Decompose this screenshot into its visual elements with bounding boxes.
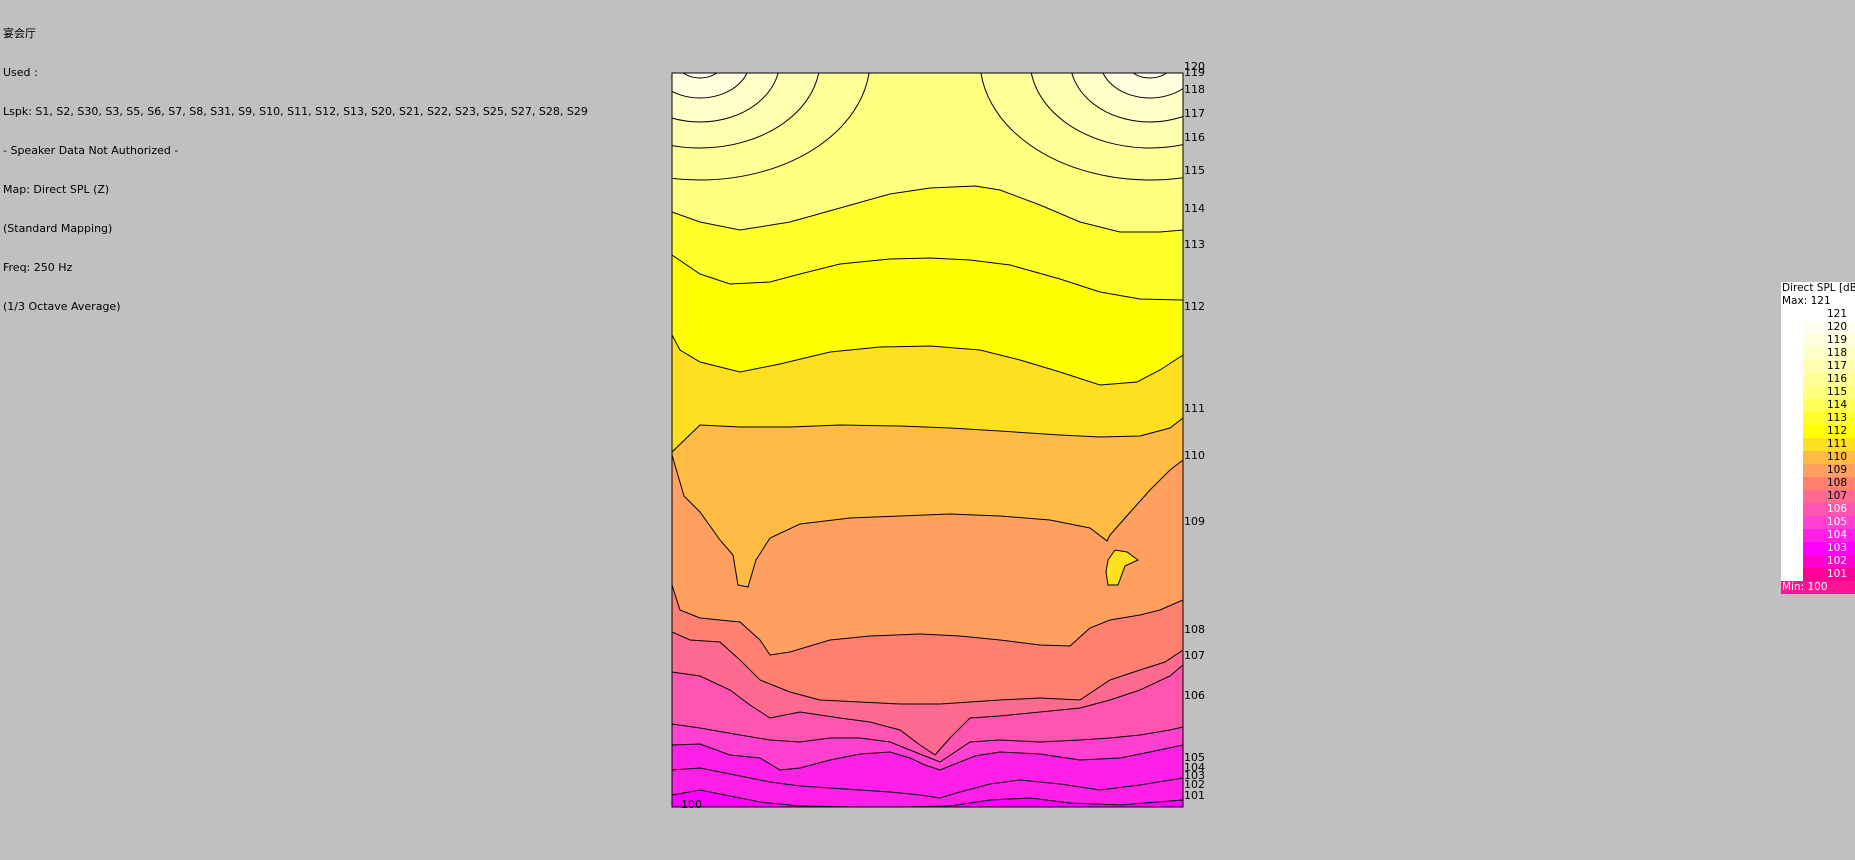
legend-value: 105 [1826, 516, 1847, 528]
legend-value: 120 [1826, 321, 1847, 333]
legend-value: 113 [1826, 412, 1847, 424]
legend-value: 102 [1826, 555, 1847, 567]
legend-value: 118 [1826, 347, 1847, 359]
legend-entry-113: 113 [1781, 412, 1855, 425]
edge-label: 118 [1184, 83, 1205, 96]
edge-label: 114 [1184, 202, 1205, 215]
legend-value: 116 [1826, 373, 1847, 385]
legend-entry-110: 110 [1781, 451, 1855, 464]
legend-entry-108: 108 [1781, 477, 1855, 490]
edge-label: 110 [1184, 449, 1205, 462]
legend-max: Max: 121 [1781, 295, 1855, 308]
edge-label: 101 [1184, 789, 1205, 802]
edge-label: 116 [1184, 131, 1205, 144]
edge-label: 109 [1184, 515, 1205, 528]
legend-value: 101 [1826, 568, 1847, 580]
legend-value: 108 [1826, 477, 1847, 489]
legend-entry-121: 121 [1781, 308, 1855, 321]
color-legend: Direct SPL [dB] Max: 121 121 120 119 118 117… [1781, 282, 1855, 594]
legend-entry-112: 112 [1781, 425, 1855, 438]
edge-label: 107 [1184, 649, 1205, 662]
legend-entry-107: 107 [1781, 490, 1855, 503]
edge-label: 119 [1184, 66, 1205, 79]
legend-entry-120: 120 [1781, 321, 1855, 334]
legend-entry-117: 117 [1781, 360, 1855, 373]
legend-value: 104 [1826, 529, 1847, 541]
corner-contour-label: 100 [681, 798, 702, 811]
legend-value: 117 [1826, 360, 1847, 372]
edge-label: 111 [1184, 402, 1205, 415]
edge-label: 106 [1184, 689, 1205, 702]
legend-value: 107 [1826, 490, 1847, 502]
edge-label: 113 [1184, 238, 1205, 251]
legend-value: 110 [1826, 451, 1847, 463]
legend-entry-105: 105 [1781, 516, 1855, 529]
legend-entry-118: 118 [1781, 347, 1855, 360]
edge-label: 112 [1184, 300, 1205, 313]
legend-entry-101: 101 [1781, 568, 1855, 581]
legend-value: 103 [1826, 542, 1847, 554]
legend-value: 109 [1826, 464, 1847, 476]
legend-value: 111 [1826, 438, 1847, 450]
legend-entry-115: 115 [1781, 386, 1855, 399]
legend-value: 112 [1826, 425, 1847, 437]
legend-min: Min: 100 [1781, 581, 1855, 594]
spl-contour-map: 1201191181171161151141131121111101091081… [671, 60, 1205, 811]
legend-entry-119: 119 [1781, 334, 1855, 347]
legend-scale: 121 120 119 118 117 116 115 114 113 112 111 110 109 1… [1781, 308, 1855, 581]
legend-value: 121 [1826, 308, 1847, 320]
edge-label: 115 [1184, 164, 1205, 177]
legend-title: Direct SPL [dB] [1781, 282, 1855, 295]
legend-value: 115 [1826, 386, 1847, 398]
legend-entry-116: 116 [1781, 373, 1855, 386]
edge-contour-labels: 1201191181171161151141131121111101091081… [1184, 60, 1205, 802]
legend-value: 106 [1826, 503, 1847, 515]
legend-entry-102: 102 [1781, 555, 1855, 568]
legend-value: 114 [1826, 399, 1847, 411]
legend-entry-109: 109 [1781, 464, 1855, 477]
legend-entry-111: 111 [1781, 438, 1855, 451]
legend-entry-103: 103 [1781, 542, 1855, 555]
edge-label: 108 [1184, 623, 1205, 636]
legend-entry-106: 106 [1781, 503, 1855, 516]
legend-entry-114: 114 [1781, 399, 1855, 412]
edge-label: 117 [1184, 107, 1205, 120]
legend-value: 119 [1826, 334, 1847, 346]
legend-entry-104: 104 [1781, 529, 1855, 542]
